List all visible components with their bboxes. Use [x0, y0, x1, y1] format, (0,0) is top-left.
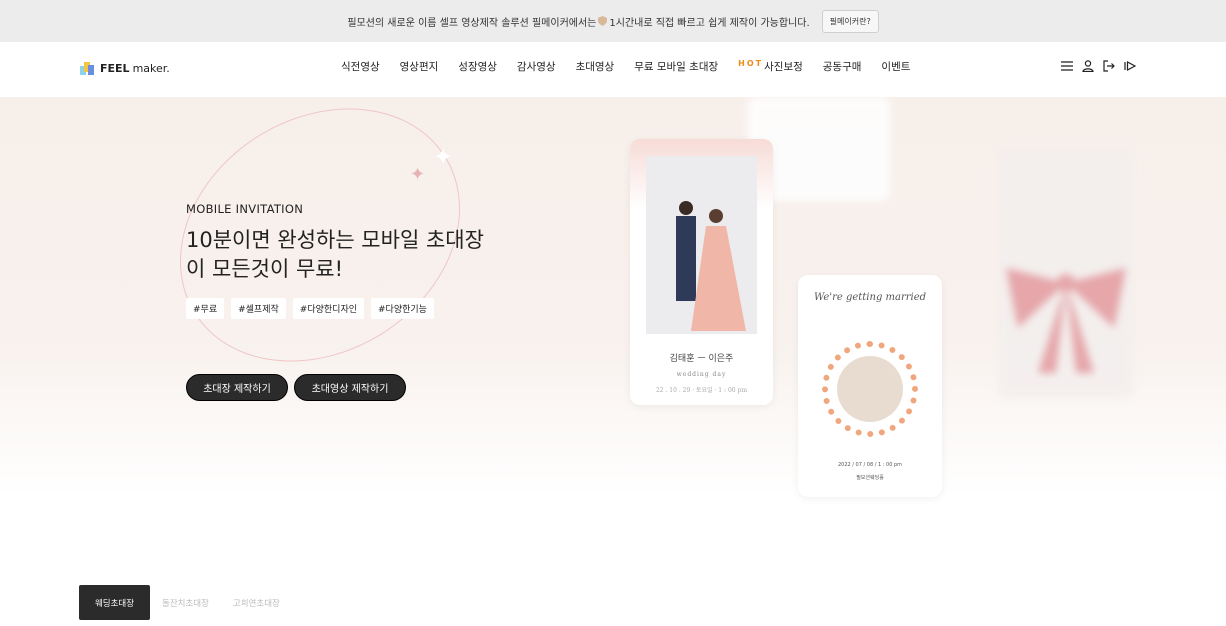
tag: #다양한기능 — [371, 298, 434, 319]
logo-text: maker. — [132, 62, 170, 75]
invitation-card-preview-2[interactable]: We're getting married 2022 / 07 / 08 / 1… — [798, 275, 942, 497]
nav-item-pre-ceremony[interactable]: 식전영상 — [341, 59, 380, 74]
nav-item-growth-video[interactable]: 성장영상 — [458, 59, 497, 74]
nav-item-video-letter[interactable]: 영상편지 — [400, 59, 439, 74]
sparkle-icon-small: ✦ — [410, 164, 426, 185]
hero-tags: #무료 #셀프제작 #다양한디자인 #다양한기능 — [186, 298, 441, 319]
sparkle-icon: ✦ — [433, 143, 454, 171]
couple-photo — [646, 156, 757, 334]
announcement-bar: 필모션의 새로운 이름 셀프 영상제작 솔루션 필메이커에서는 1시간내로 직접… — [0, 0, 1226, 42]
nav-item-event[interactable]: 이벤트 — [881, 59, 910, 74]
create-invitation-button[interactable]: 초대장 제작하기 — [186, 374, 288, 401]
nav-item-thanks-video[interactable]: 감사영상 — [517, 59, 556, 74]
announcement-text-b: 1시간내로 직접 빠르고 쉽게 제작이 가능합니다. — [609, 17, 810, 29]
tab-seventieth[interactable]: 고희연초대장 — [233, 597, 280, 609]
announcement-text-a: 필모션의 새로운 이름 셀프 영상제작 솔루션 필메이커에서는 — [347, 17, 597, 29]
logout-icon[interactable] — [1102, 59, 1116, 73]
wedding-date: 2022 / 07 / 08 / 1 : 00 pm — [837, 462, 903, 468]
create-invitation-video-button[interactable]: 초대영상 제작하기 — [294, 374, 406, 401]
hero-title: 10분이면 완성하는 모바일 초대장 이 모든것이 무료! — [186, 226, 484, 284]
tab-first-birthday[interactable]: 돌잔치초대장 — [162, 597, 209, 609]
script-title: We're getting married — [813, 292, 927, 303]
ribbon-icon — [1006, 268, 1126, 373]
hot-badge: HOT — [738, 59, 764, 68]
main-nav: 식전영상 영상편지 성장영상 감사영상 초대영상 무료 모바일 초대장 HOT … — [341, 59, 930, 74]
site-header: FEEL maker. 식전영상 영상편지 성장영상 감사영상 초대영상 무료 … — [0, 42, 1226, 97]
invitation-category-tabs: 웨딩초대장 돌잔치초대장 고희연초대장 — [79, 585, 304, 620]
logo-text-bold: FEEL — [100, 62, 130, 75]
floral-wreath-photo — [822, 341, 918, 437]
tab-wedding[interactable]: 웨딩초대장 — [79, 585, 150, 620]
nav-item-photo-retouch[interactable]: 사진보정 — [764, 59, 803, 74]
shield-icon — [598, 16, 608, 26]
header-icons — [1060, 59, 1144, 73]
tag: #무료 — [186, 298, 225, 319]
nav-item-group-buy[interactable]: 공동구매 — [823, 59, 862, 74]
tag: #다양한디자인 — [292, 298, 365, 319]
hero-title-line1: 10분이면 완성하는 모바일 초대장 — [186, 228, 484, 252]
what-is-feelmaker-button[interactable]: 필메이커란? — [821, 9, 879, 33]
logo-mark-icon — [80, 62, 94, 75]
tag: #셀프제작 — [231, 298, 286, 319]
play-icon[interactable] — [1123, 59, 1137, 73]
hero-title-line2: 이 모든것이 무료! — [186, 257, 344, 281]
hero-eyebrow: MOBILE INVITATION — [186, 202, 304, 216]
invitation-card-preview-1[interactable]: 김태훈 ㅡ 이은주 wedding day 22 . 10 . 29 · 토요일… — [630, 139, 773, 405]
couple-names: 김태훈 ㅡ 이은주 — [669, 354, 734, 364]
blurred-ribbon-card — [998, 148, 1134, 398]
menu-icon[interactable] — [1060, 59, 1074, 73]
wedding-venue: 필모션웨딩홀 — [856, 475, 884, 481]
wedding-day-label: wedding day — [676, 371, 727, 378]
wedding-date: 22 . 10 . 29 · 토요일 · 1 : 00 pm — [655, 387, 748, 394]
nav-item-invitation-video[interactable]: 초대영상 — [576, 59, 615, 74]
nav-item-mobile-invitation[interactable]: 무료 모바일 초대장 — [634, 59, 718, 74]
logo[interactable]: FEEL maker. — [80, 61, 170, 76]
user-icon[interactable] — [1081, 59, 1095, 73]
